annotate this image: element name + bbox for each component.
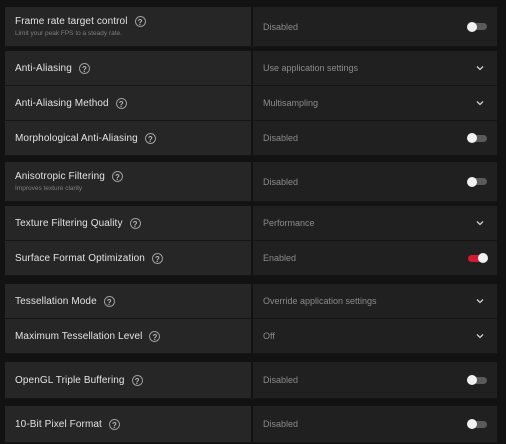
settings-group-anti-aliasing: Anti-Aliasing ? Use application settings… [5, 51, 497, 156]
settings-group-pixel-format: 10-Bit Pixel Format ? Disabled [5, 406, 497, 443]
help-icon[interactable]: ? [144, 132, 156, 144]
settings-group-opengl: OpenGL Triple Buffering ? Disabled [5, 362, 497, 399]
setting-row-morphological-anti-aliasing: Morphological Anti-Aliasing ? Disabled [5, 121, 497, 156]
setting-row-10-bit-pixel-format: 10-Bit Pixel Format ? Disabled [5, 406, 497, 443]
chevron-down-icon[interactable] [473, 216, 487, 230]
setting-title-morphological-anti-aliasing: Morphological Anti-Aliasing [15, 132, 138, 144]
setting-value-cell[interactable]: Disabled [253, 406, 497, 442]
toggle-knob [467, 133, 477, 143]
anisotropic-filtering-toggle[interactable] [467, 176, 487, 187]
help-icon[interactable]: ? [115, 97, 127, 109]
help-icon[interactable]: ? [151, 252, 163, 264]
help-icon[interactable]: ? [149, 330, 161, 342]
setting-title-opengl-triple-buffering: OpenGL Triple Buffering [15, 374, 125, 386]
chevron-down-icon[interactable] [473, 294, 487, 308]
setting-value-frame-rate-target-control: Disabled [263, 21, 299, 32]
setting-label-cell: OpenGL Triple Buffering ? [5, 362, 251, 398]
help-icon[interactable]: ? [129, 217, 141, 229]
setting-row-tessellation-mode: Tessellation Mode ? Override application… [5, 284, 497, 319]
setting-value-anisotropic-filtering: Disabled [263, 176, 299, 187]
toggle-knob [467, 21, 477, 32]
help-icon[interactable]: ? [111, 171, 123, 182]
setting-label-cell: Anti-Aliasing Method ? [5, 86, 251, 120]
morphological-anti-aliasing-toggle[interactable] [467, 133, 487, 143]
setting-row-surface-format-optimization: Surface Format Optimization ? Enabled [5, 241, 497, 276]
setting-value-cell[interactable]: Disabled [253, 121, 497, 155]
setting-value-tessellation-mode: Override application settings [263, 296, 377, 306]
setting-value-10-bit-pixel-format: Disabled [263, 419, 299, 429]
setting-value-maximum-tessellation-level: Off [263, 331, 275, 341]
setting-subtitle-frame-rate-target-control: Limit your peak FPS to a steady rate. [15, 30, 122, 37]
setting-title-anisotropic-filtering: Anisotropic Filtering [15, 171, 105, 182]
setting-value-surface-format-optimization: Enabled [263, 253, 297, 263]
setting-title-texture-filtering-quality: Texture Filtering Quality [15, 217, 123, 229]
settings-group-frame-rate: Frame rate target control ? Limit your p… [5, 7, 497, 47]
setting-value-cell[interactable]: Enabled [253, 241, 497, 275]
setting-label-cell: Anisotropic Filtering ? Improves texture… [5, 162, 251, 201]
setting-label-cell: Frame rate target control ? Limit your p… [5, 7, 251, 46]
setting-label-cell: 10-Bit Pixel Format ? [5, 406, 251, 442]
setting-value-cell[interactable]: Override application settings [253, 284, 497, 318]
help-icon[interactable]: ? [131, 374, 143, 386]
setting-label-cell: Tessellation Mode ? [5, 284, 251, 318]
help-icon[interactable]: ? [103, 295, 115, 307]
setting-label-cell: Texture Filtering Quality ? [5, 206, 251, 240]
toggle-knob [478, 253, 488, 263]
setting-value-cell[interactable]: Multisampling [253, 86, 497, 120]
setting-title-anti-aliasing-method: Anti-Aliasing Method [15, 97, 109, 109]
setting-label-cell: Maximum Tessellation Level ? [5, 319, 251, 353]
setting-title-surface-format-optimization: Surface Format Optimization [15, 252, 145, 264]
toggle-knob [467, 419, 477, 429]
setting-value-cell[interactable]: Disabled [253, 7, 497, 46]
help-icon[interactable]: ? [108, 418, 120, 430]
toggle-knob [467, 176, 477, 187]
setting-value-texture-filtering-quality: Performance [263, 218, 315, 228]
10-bit-pixel-format-toggle[interactable] [467, 419, 487, 429]
frame-rate-target-control-toggle[interactable] [467, 21, 487, 32]
setting-row-maximum-tessellation-level: Maximum Tessellation Level ? Off [5, 319, 497, 354]
setting-value-cell[interactable]: Use application settings [253, 51, 497, 85]
setting-value-morphological-anti-aliasing: Disabled [263, 133, 299, 143]
setting-value-cell[interactable]: Disabled [253, 362, 497, 398]
surface-format-optimization-toggle[interactable] [468, 253, 488, 263]
setting-title-frame-rate-target-control: Frame rate target control [15, 16, 128, 27]
help-icon[interactable]: ? [78, 62, 90, 74]
chevron-down-icon[interactable] [473, 96, 487, 110]
settings-group-tessellation: Tessellation Mode ? Override application… [5, 284, 497, 354]
setting-row-anisotropic-filtering: Anisotropic Filtering ? Improves texture… [5, 162, 497, 202]
setting-row-anti-aliasing: Anti-Aliasing ? Use application settings [5, 51, 497, 86]
setting-value-anti-aliasing-method: Multisampling [263, 98, 319, 108]
help-icon[interactable]: ? [134, 16, 146, 27]
setting-row-opengl-triple-buffering: OpenGL Triple Buffering ? Disabled [5, 362, 497, 399]
settings-group-texture: Texture Filtering Quality ? Performance … [5, 206, 497, 276]
setting-title-maximum-tessellation-level: Maximum Tessellation Level [15, 330, 143, 342]
setting-value-cell[interactable]: Disabled [253, 162, 497, 201]
setting-row-frame-rate-target-control: Frame rate target control ? Limit your p… [5, 7, 497, 47]
opengl-triple-buffering-toggle[interactable] [467, 375, 487, 385]
setting-title-10-bit-pixel-format: 10-Bit Pixel Format [15, 418, 102, 430]
settings-group-anisotropic-filtering: Anisotropic Filtering ? Improves texture… [5, 162, 497, 202]
toggle-knob [467, 375, 477, 385]
graphics-settings-panel: Frame rate target control ? Limit your p… [0, 0, 506, 444]
setting-title-tessellation-mode: Tessellation Mode [15, 295, 97, 307]
setting-label-cell: Morphological Anti-Aliasing ? [5, 121, 251, 155]
setting-value-cell[interactable]: Off [253, 319, 497, 353]
setting-label-cell: Surface Format Optimization ? [5, 241, 251, 275]
setting-row-texture-filtering-quality: Texture Filtering Quality ? Performance [5, 206, 497, 241]
setting-label-cell: Anti-Aliasing ? [5, 51, 251, 85]
setting-row-anti-aliasing-method: Anti-Aliasing Method ? Multisampling [5, 86, 497, 121]
chevron-down-icon[interactable] [473, 329, 487, 343]
setting-subtitle-anisotropic-filtering: Improves texture clarity [15, 185, 83, 192]
chevron-down-icon[interactable] [473, 61, 487, 75]
setting-value-cell[interactable]: Performance [253, 206, 497, 240]
setting-title-anti-aliasing: Anti-Aliasing [15, 62, 72, 74]
setting-value-anti-aliasing: Use application settings [263, 63, 359, 73]
setting-value-opengl-triple-buffering: Disabled [263, 375, 299, 385]
